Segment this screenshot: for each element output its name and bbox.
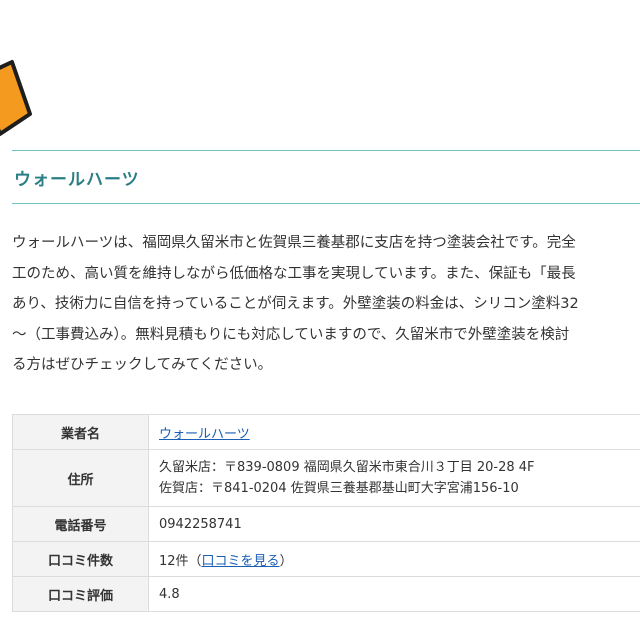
address-saga: 佐賀店：〒841-0204 佐賀県三養基郡基山町大字宮浦156-10 xyxy=(159,481,519,496)
table-row: 電話番号 0942258741 xyxy=(12,506,640,542)
view-reviews-link[interactable]: 口コミを見る xyxy=(202,554,280,569)
reviews-count-cell: 12件（口コミを見る） xyxy=(148,541,640,577)
company-name-link[interactable]: ウォールハーツ xyxy=(159,427,250,442)
rating-label: 口コミ評価 xyxy=(12,576,149,612)
intro-line: 工のため、高い質を維持しながら低価格な工事を実現しています。また、保証も「最長 xyxy=(12,265,576,282)
reviews-count-suffix: ） xyxy=(279,553,293,569)
phone-value: 0942258741 xyxy=(148,506,640,542)
table-row: 住所 久留米店：〒839-0809 福岡県久留米市東合川３丁目 20-28 4F… xyxy=(12,449,640,507)
intro-line: る方はぜひチェックしてみてください。 xyxy=(12,357,273,373)
orange-pencil-graphic xyxy=(0,60,32,136)
intro-line: あり、技術力に自信を持っていることが伺えます。外壁塗装の料金は、シリコン塗料32 xyxy=(12,296,579,312)
section-title: ウォールハーツ xyxy=(14,170,140,190)
company-name-cell: ウォールハーツ xyxy=(148,414,640,450)
phone-label: 電話番号 xyxy=(12,506,149,542)
table-row: 口コミ評価 4.8 xyxy=(12,576,640,612)
intro-paragraph: ウォールハーツは、福岡県久留米市と佐賀県三養基郡に支店を持つ塗装会社です。完全 … xyxy=(12,228,640,381)
reviews-count-prefix: 12件（ xyxy=(159,553,202,569)
table-row: 業者名 ウォールハーツ xyxy=(12,414,640,450)
company-name-label: 業者名 xyxy=(12,414,149,450)
address-kurume: 久留米店：〒839-0809 福岡県久留米市東合川３丁目 20-28 4F xyxy=(159,460,535,475)
intro-line: 〜（工事費込み）。無料見積もりにも対応していますので、久留米市で外壁塗装を検討 xyxy=(12,326,570,343)
company-info-table: 業者名 ウォールハーツ 住所 久留米店：〒839-0809 福岡県久留米市東合川… xyxy=(12,414,640,612)
intro-line: ウォールハーツは、福岡県久留米市と佐賀県三養基郡に支店を持つ塗装会社です。完全 xyxy=(12,235,576,251)
reviews-count-label: 口コミ件数 xyxy=(12,541,149,577)
table-row: 口コミ件数 12件（口コミを見る） xyxy=(12,541,640,577)
address-cell: 久留米店：〒839-0809 福岡県久留米市東合川３丁目 20-28 4F 佐賀… xyxy=(148,449,640,507)
address-label: 住所 xyxy=(12,449,149,507)
rating-value: 4.8 xyxy=(148,576,640,612)
section-heading: ウォールハーツ xyxy=(12,150,640,204)
